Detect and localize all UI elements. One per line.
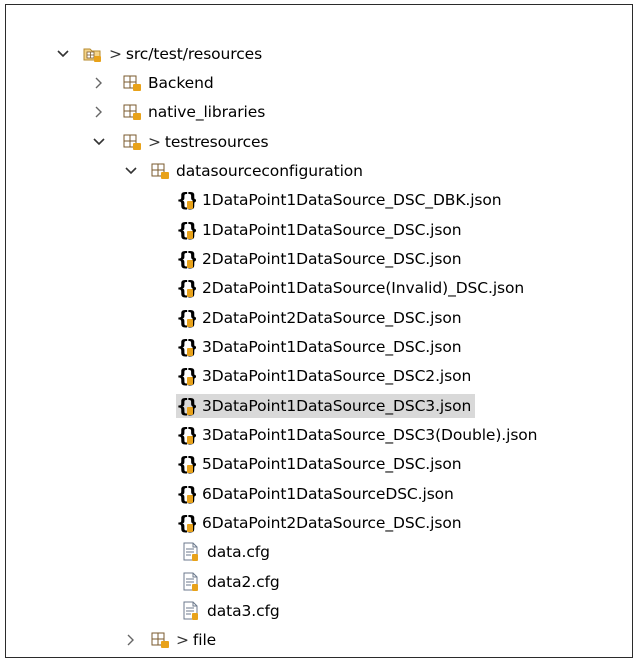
tree-node-label: > src/test/resources	[109, 44, 263, 63]
tree-node-label: 3DataPoint1DataSource_DSC3.json	[202, 396, 472, 415]
tree-node-file[interactable]: > file	[6, 626, 632, 655]
chevron-down-icon[interactable]	[92, 135, 106, 149]
tree-node-label: 1DataPoint1DataSource_DSC_DBK.json	[202, 191, 502, 210]
tree-node-json-file[interactable]: { } 3DataPoint1DataSource_DSC.json	[6, 332, 632, 361]
tree-node-label: Backend	[148, 73, 214, 92]
tree-node-label: data.cfg	[207, 543, 270, 562]
json-file-icon: { }	[176, 307, 196, 329]
package-icon	[150, 630, 170, 650]
tree-node-label: 3DataPoint1DataSource_DSC2.json	[202, 367, 472, 386]
tree-node-json-file[interactable]: { } 3DataPoint1DataSource_DSC3(Double).j…	[6, 420, 632, 449]
tree-node-json-file[interactable]: { } 2DataPoint1DataSource_DSC.json	[6, 244, 632, 273]
package-icon	[122, 102, 142, 122]
text-file-icon	[181, 572, 201, 592]
tree-node-json-file[interactable]: { } 6DataPoint1DataSourceDSC.json	[6, 479, 632, 508]
tree-node-datasourceconfiguration[interactable]: datasourceconfiguration	[6, 156, 632, 185]
json-file-icon: { }	[176, 424, 196, 446]
chevron-down-icon[interactable]	[56, 47, 70, 61]
tree-node-label: > testresources	[148, 132, 269, 151]
project-tree: > src/test/resources Backend native_libr…	[6, 39, 632, 655]
json-file-icon: { }	[176, 248, 196, 270]
tree-node-cfg-file[interactable]: data2.cfg	[6, 567, 632, 596]
tree-node-label: 2DataPoint1DataSource(Invalid)_DSC.json	[202, 279, 525, 298]
tree-node-json-file[interactable]: { } 1DataPoint1DataSource_DSC_DBK.json	[6, 186, 632, 215]
json-file-icon: { }	[176, 483, 196, 505]
tree-node-cfg-file[interactable]: data3.cfg	[6, 596, 632, 625]
text-file-icon	[181, 601, 201, 621]
tree-node-json-file-selected[interactable]: { } 3DataPoint1DataSource_DSC3.json	[6, 391, 632, 420]
tree-node-label: native_libraries	[148, 103, 266, 122]
package-icon	[122, 73, 142, 93]
chevron-right-icon[interactable]	[92, 105, 106, 119]
package-icon	[122, 132, 142, 152]
project-explorer-panel: > src/test/resources Backend native_libr…	[5, 4, 633, 658]
tree-node-label: datasourceconfiguration	[176, 161, 363, 180]
json-file-icon: { }	[176, 453, 196, 475]
tree-node-label: 3DataPoint1DataSource_DSC3(Double).json	[202, 425, 538, 444]
json-file-icon: { }	[176, 277, 196, 299]
json-file-icon: { }	[176, 336, 196, 358]
json-file-icon: { }	[176, 395, 196, 417]
chevron-right-icon[interactable]	[124, 633, 138, 647]
json-file-icon: { }	[176, 219, 196, 241]
tree-node-label: data2.cfg	[207, 572, 280, 591]
tree-node-label: 6DataPoint1DataSourceDSC.json	[202, 484, 454, 503]
tree-node-testresources[interactable]: > testresources	[6, 127, 632, 156]
tree-node-cfg-file[interactable]: data.cfg	[6, 538, 632, 567]
tree-node-label: 5DataPoint1DataSource_DSC.json	[202, 455, 462, 474]
tree-node-label: 2DataPoint2DataSource_DSC.json	[202, 308, 462, 327]
tree-node-src-test-resources[interactable]: > src/test/resources	[6, 39, 632, 68]
json-file-icon: { }	[176, 189, 196, 211]
chevron-down-icon[interactable]	[124, 164, 138, 178]
tree-node-label: 2DataPoint1DataSource_DSC.json	[202, 249, 462, 268]
tree-node-json-file[interactable]: { } 3DataPoint1DataSource_DSC2.json	[6, 362, 632, 391]
tree-node-json-file[interactable]: { } 2DataPoint1DataSource(Invalid)_DSC.j…	[6, 274, 632, 303]
tree-node-label: > file	[176, 631, 217, 650]
json-file-icon: { }	[176, 365, 196, 387]
tree-node-json-file[interactable]: { } 2DataPoint2DataSource_DSC.json	[6, 303, 632, 332]
text-file-icon	[181, 542, 201, 562]
tree-node-native-libraries[interactable]: native_libraries	[6, 98, 632, 127]
tree-node-json-file[interactable]: { } 6DataPoint2DataSource_DSC.json	[6, 508, 632, 537]
tree-node-label: 1DataPoint1DataSource_DSC.json	[202, 220, 462, 239]
tree-node-json-file[interactable]: { } 1DataPoint1DataSource_DSC.json	[6, 215, 632, 244]
tree-node-label: data3.cfg	[207, 601, 280, 620]
json-file-icon: { }	[176, 512, 196, 534]
tree-node-label: 6DataPoint2DataSource_DSC.json	[202, 513, 462, 532]
tree-node-backend[interactable]: Backend	[6, 68, 632, 97]
package-icon	[150, 161, 170, 181]
chevron-right-icon[interactable]	[92, 76, 106, 90]
source-folder-icon	[83, 44, 103, 64]
tree-node-label: 3DataPoint1DataSource_DSC.json	[202, 337, 462, 356]
tree-node-json-file[interactable]: { } 5DataPoint1DataSource_DSC.json	[6, 450, 632, 479]
